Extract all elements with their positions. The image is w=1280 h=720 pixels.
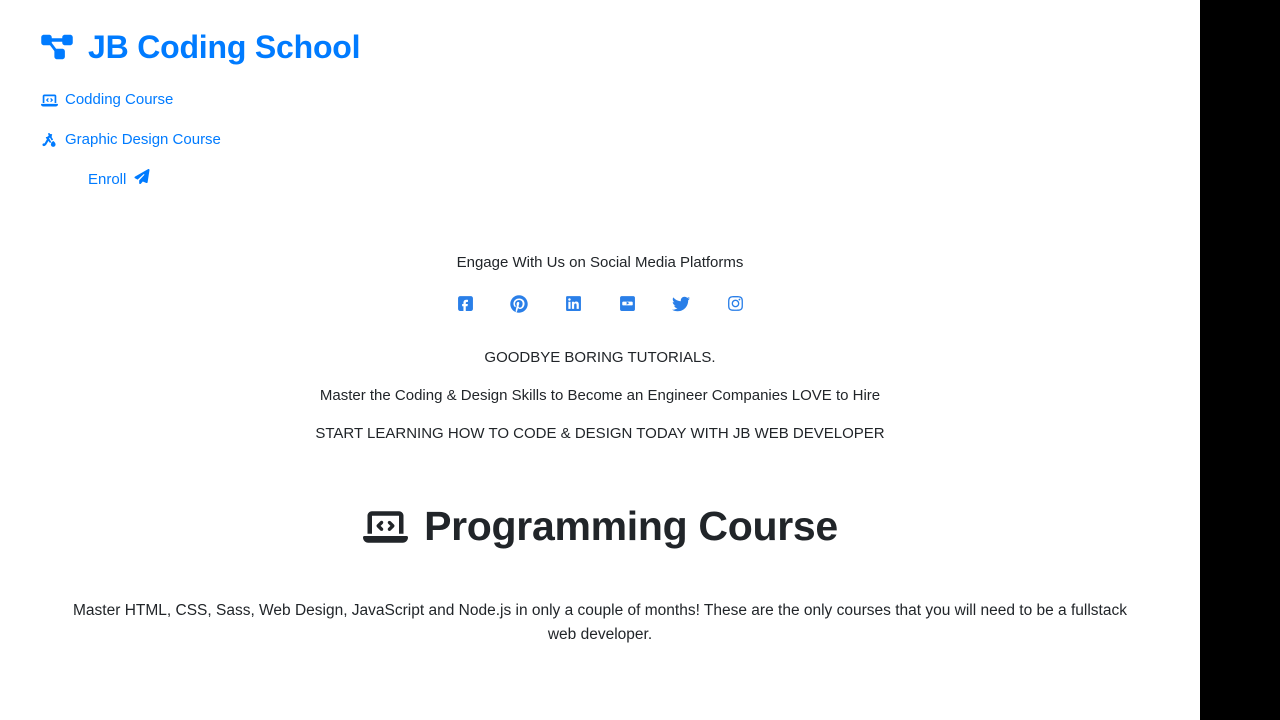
paper-plane-icon bbox=[134, 160, 150, 200]
instagram-icon bbox=[727, 295, 744, 317]
enroll-label: Enroll bbox=[88, 171, 127, 189]
course-description: Master HTML, CSS, Sass, Web Design, Java… bbox=[73, 601, 1127, 644]
tagline-3: START LEARNING HOW TO CODE & DESIGN TODA… bbox=[315, 425, 885, 443]
linkedin-icon bbox=[565, 295, 582, 317]
social-heading: Engage With Us on Social Media Platforms bbox=[456, 254, 744, 272]
taglines-section: GOODBYE BORING TUTORIALS. Master the Cod… bbox=[0, 349, 1200, 443]
social-link-twitter[interactable] bbox=[672, 295, 690, 318]
twitter-icon bbox=[672, 295, 690, 318]
nav-label-codding-course: Codding Course bbox=[65, 91, 174, 109]
brand-title: JB Coding School bbox=[88, 29, 361, 65]
screenshot-viewport: JB Coding School Codding Course Graphic … bbox=[0, 0, 1280, 720]
diagram-project-icon bbox=[40, 32, 74, 62]
main-nav: Codding Course Graphic Design Course Enr… bbox=[40, 80, 1200, 200]
web-page: JB Coding School Codding Course Graphic … bbox=[0, 0, 1200, 720]
social-link-pinterest[interactable] bbox=[510, 295, 528, 318]
brand-logo: JB Coding School bbox=[40, 28, 1200, 66]
programming-course-section: Programming Course Master HTML, CSS, Sas… bbox=[0, 501, 1200, 648]
nav-label-graphic-design-course: Graphic Design Course bbox=[65, 131, 221, 149]
drafting-compass-icon bbox=[40, 132, 58, 148]
social-icon-list bbox=[0, 295, 1200, 318]
enroll-link[interactable]: Enroll bbox=[88, 160, 150, 200]
social-media-section: Engage With Us on Social Media Platforms bbox=[0, 252, 1200, 315]
laptop-code-icon bbox=[362, 506, 408, 548]
course-title: Programming Course bbox=[0, 501, 1200, 552]
tagline-1: GOODBYE BORING TUTORIALS. bbox=[484, 349, 716, 367]
social-link-facebook[interactable] bbox=[456, 295, 474, 317]
nav-link-codding-course[interactable]: Codding Course bbox=[40, 80, 173, 120]
nav-row-enroll: Enroll bbox=[40, 160, 1200, 200]
nav-row-codding-course: Codding Course bbox=[40, 80, 1200, 120]
nav-row-graphic-design-course: Graphic Design Course bbox=[40, 120, 1200, 160]
black-right-band bbox=[1200, 0, 1280, 720]
tagline-2: Master the Coding & Design Skills to Bec… bbox=[319, 387, 881, 405]
social-link-youtube[interactable] bbox=[618, 295, 636, 317]
social-link-instagram[interactable] bbox=[726, 295, 744, 317]
youtube-icon bbox=[619, 295, 636, 317]
pinterest-icon bbox=[510, 295, 528, 318]
page-header: JB Coding School Codding Course Graphic … bbox=[0, 0, 1200, 200]
social-link-linkedin[interactable] bbox=[564, 295, 582, 317]
course-title-text: Programming Course bbox=[424, 503, 838, 550]
laptop-code-icon bbox=[40, 92, 58, 108]
facebook-icon bbox=[457, 295, 474, 317]
nav-link-graphic-design-course[interactable]: Graphic Design Course bbox=[40, 120, 221, 160]
